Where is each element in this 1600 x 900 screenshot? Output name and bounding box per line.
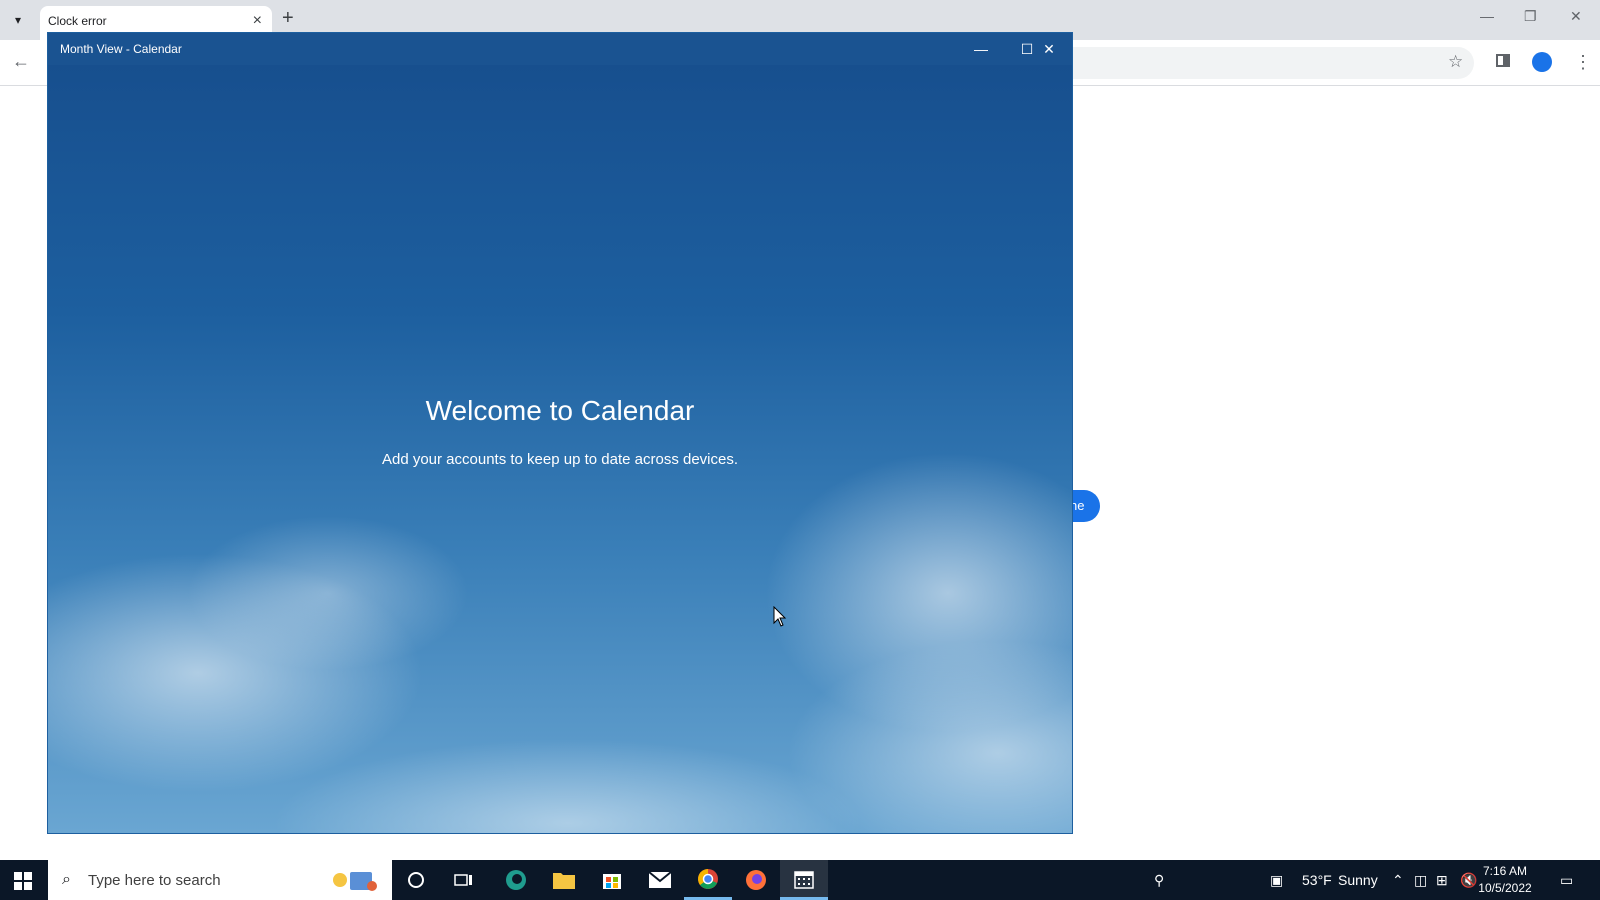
close-icon[interactable]: ×: [253, 12, 262, 30]
chevron-up-icon[interactable]: ⌃: [1392, 872, 1404, 889]
tab-search-button[interactable]: ▾: [6, 8, 30, 32]
windows-start-icon[interactable]: [14, 872, 32, 890]
browser-close-button[interactable]: ✕: [1570, 8, 1582, 25]
tab-title: Clock error: [48, 14, 107, 28]
system-clock[interactable]: 7:16 AM 10/5/2022: [1472, 863, 1538, 897]
weather-desc[interactable]: Sunny: [1338, 872, 1378, 888]
profile-icon[interactable]: [1532, 52, 1552, 72]
calendar-icon[interactable]: [780, 860, 828, 900]
search-icon: ⌕: [62, 871, 71, 888]
clock-time: 7:16 AM: [1482, 864, 1528, 878]
browser-minimize-button[interactable]: —: [1480, 8, 1494, 24]
edge-icon[interactable]: [492, 860, 540, 900]
browser-restore-button[interactable]: ❐: [1524, 8, 1537, 25]
network-icon[interactable]: ⊞: [1436, 872, 1448, 889]
welcome-subtitle: Add your accounts to keep up to date acr…: [381, 451, 739, 468]
cortana-icon[interactable]: [392, 860, 440, 900]
chrome-icon[interactable]: [684, 860, 732, 900]
taskbar: ⌕ Type here to search ⚲ ▣ 53°F Sunny ⌃ ◫…: [0, 860, 1600, 900]
side-panel-icon[interactable]: [1496, 54, 1510, 67]
taskbar-search[interactable]: ⌕ Type here to search: [48, 860, 392, 900]
star-icon[interactable]: ☆: [1448, 52, 1463, 72]
task-view-icon[interactable]: [440, 860, 488, 900]
meet-icon[interactable]: ◫: [1414, 872, 1427, 889]
firefox-icon[interactable]: [732, 860, 780, 900]
people-icon[interactable]: ⚲: [1154, 872, 1164, 889]
new-tab-button[interactable]: +: [282, 7, 294, 30]
weather-icon[interactable]: ▣: [1270, 872, 1283, 889]
mouse-cursor: [773, 605, 787, 633]
window-title: Month View - Calendar: [60, 42, 182, 56]
address-bar[interactable]: [1060, 47, 1474, 79]
mail-icon[interactable]: [636, 860, 684, 900]
close-button[interactable]: ✕: [1026, 38, 1072, 60]
notification-icon[interactable]: ▭: [1560, 872, 1573, 889]
weather-temp[interactable]: 53°F: [1302, 872, 1332, 888]
chevron-down-icon: ▾: [14, 13, 22, 27]
arrow-left-icon[interactable]: ←: [12, 51, 30, 72]
store-icon[interactable]: [588, 860, 636, 900]
calendar-titlebar: Month View - Calendar — ☐ ✕: [48, 33, 1072, 65]
search-placeholder: Type here to search: [88, 872, 221, 889]
clock-date: 10/5/2022: [1478, 881, 1532, 895]
welcome-heading: Welcome to Calendar: [425, 395, 695, 426]
file-explorer-icon[interactable]: [540, 860, 588, 900]
kebab-menu-icon[interactable]: ⋮: [1574, 52, 1592, 73]
minimize-button[interactable]: —: [958, 38, 1004, 60]
search-highlight-icon: [333, 872, 377, 891]
calendar-window: Month View - Calendar — ☐ ✕ Welcome to C…: [47, 32, 1073, 834]
